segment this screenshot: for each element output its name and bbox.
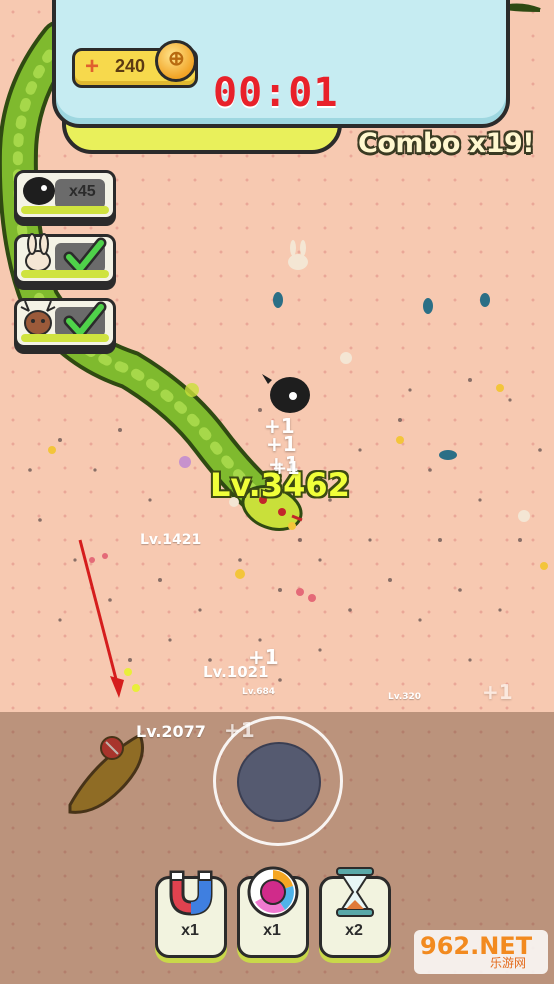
watermark-sub-text: 乐游网 [490, 956, 527, 970]
magnet-icon [169, 870, 213, 916]
quest-progress-bar [21, 206, 109, 214]
quest-count: x45 [69, 183, 96, 200]
hourglass-icon [336, 867, 374, 917]
enemy-level-label: Lv.684 [242, 687, 276, 697]
quest-progress-bar [21, 334, 109, 342]
joystick-knob[interactable] [237, 742, 321, 822]
quest-deer [14, 298, 116, 348]
score-popup: +1 [482, 680, 513, 704]
enemy-level-label: Lv.1421 [140, 532, 202, 548]
enemy-level-label: Lv.320 [388, 692, 422, 702]
tutorial-arrow [78, 539, 124, 698]
crow-animal [262, 374, 310, 413]
score-popup: +1 [248, 645, 279, 669]
coin-amount: 240 [115, 56, 146, 76]
powerup-count: x2 [345, 922, 363, 939]
quest-rabbit [14, 233, 116, 284]
rabbit-animal [288, 240, 308, 270]
watermark-logo: 962.NET 乐游网 [414, 930, 548, 974]
score-popup: +1 [272, 458, 300, 479]
compass-icon [247, 866, 299, 918]
powerup-magnet-button[interactable]: x1 [155, 864, 227, 958]
small-birds [273, 292, 490, 460]
quest-crow: x45 [14, 170, 116, 220]
add-coins-icon[interactable]: + [85, 53, 99, 81]
powerup-compass-button[interactable]: x1 [237, 864, 309, 958]
quest-progress-bar [21, 270, 109, 278]
coin-symbol: ⊕ [168, 48, 185, 70]
match-timer: 00:01 [213, 70, 339, 116]
enemy-level-label: Lv.2077 [136, 722, 206, 741]
powerup-count: x1 [181, 922, 199, 939]
combo-text: Combo x19! [358, 128, 535, 159]
powerup-count: x1 [263, 922, 281, 939]
coin-icon: ⊕ [155, 40, 197, 82]
powerup-hourglass-button[interactable]: x2 [319, 864, 391, 958]
